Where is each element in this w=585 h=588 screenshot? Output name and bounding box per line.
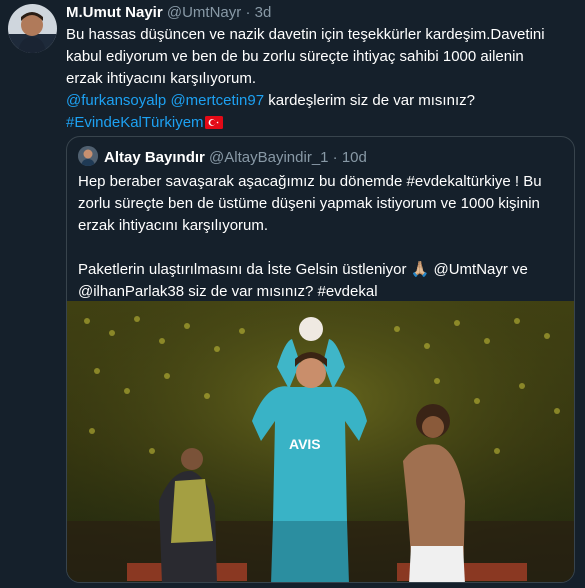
author-handle[interactable]: @UmtNayr bbox=[167, 4, 241, 21]
tweet-text: Bu hassas düşüncen ve nazik davetin için… bbox=[66, 24, 566, 134]
tweet-text-line: erzak ihtiyacını karşılıyorum. bbox=[66, 70, 257, 87]
author-avatar[interactable] bbox=[8, 4, 57, 53]
tweet-text-line: Bu hassas düşüncen ve nazik davetin için… bbox=[66, 26, 545, 43]
separator-dot: · bbox=[332, 149, 338, 166]
quoted-tweet[interactable]: Altay Bayındır @AltayBayindir_1 · 10d He… bbox=[66, 136, 575, 583]
tweet-text-segment: kardeşlerim siz de var mısınız? bbox=[264, 92, 475, 109]
turkey-flag-icon bbox=[204, 116, 223, 129]
quoted-tweet-text: Hep beraber savaşarak aşacağımız bu döne… bbox=[78, 171, 558, 303]
mention-link[interactable]: @furkansoyalp bbox=[66, 92, 166, 109]
mention-link[interactable]: @mertcetin97 bbox=[170, 92, 264, 109]
tweet-time[interactable]: 3d bbox=[255, 4, 272, 21]
quoted-text-line: zorlu süreçte ben de üstüme düşeni yapma… bbox=[78, 195, 540, 212]
jersey-sponsor-text: AVIS bbox=[289, 436, 321, 452]
stadium-photo: AVIS bbox=[67, 301, 574, 582]
quoted-author-handle: @AltayBayindir_1 bbox=[209, 149, 329, 166]
tweet[interactable]: M.Umut Nayir @UmtNayr · 3d Bu hassas düş… bbox=[0, 0, 585, 588]
quoted-author-avatar bbox=[78, 146, 98, 166]
quoted-tweet-media[interactable]: AVIS bbox=[67, 301, 574, 582]
quoted-author-name: Altay Bayındır bbox=[104, 149, 205, 166]
quoted-text-line: erzak ihtiyacını karşılıyorum. bbox=[78, 217, 269, 234]
avatar-photo-icon bbox=[78, 146, 98, 166]
tweet-text-line: @furkansoyalp @mertcetin97 kardeşlerim s… bbox=[66, 90, 566, 112]
separator-dot: · bbox=[245, 4, 251, 21]
quoted-text-line: Hep beraber savaşarak aşacağımız bu döne… bbox=[78, 173, 542, 190]
tweet-text-line: #EvindeKalTürkiyem bbox=[66, 112, 566, 134]
author-name[interactable]: M.Umut Nayir bbox=[66, 4, 163, 21]
hashtag-link[interactable]: #EvindeKalTürkiyem bbox=[66, 114, 204, 131]
quoted-text-line: Paketlerin ulaştırılmasını da İste Gelsi… bbox=[78, 261, 528, 278]
tweet-text-line: kabul ediyorum ve ben de bu zorlu süreçt… bbox=[66, 48, 524, 65]
quoted-tweet-header: Altay Bayındır @AltayBayindir_1 · 10d bbox=[78, 146, 367, 168]
quoted-tweet-time: 10d bbox=[341, 149, 367, 166]
tweet-header: M.Umut Nayir @UmtNayr · 3d bbox=[66, 3, 271, 23]
avatar-photo-icon bbox=[8, 4, 57, 53]
quoted-text-line: @ilhanParlak38 siz de var mısınız? #evde… bbox=[78, 283, 378, 300]
